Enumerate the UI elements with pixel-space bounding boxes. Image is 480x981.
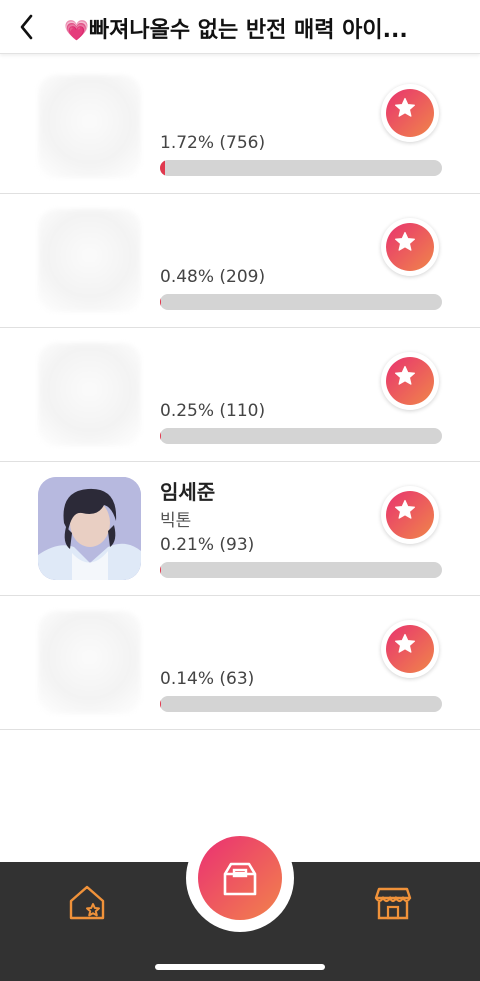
back-button[interactable] bbox=[12, 10, 42, 44]
home-indicator bbox=[155, 964, 325, 970]
vote-progress-fill bbox=[160, 428, 161, 444]
vote-progress-fill bbox=[160, 294, 162, 310]
vote-percent: 0.48% (209) bbox=[160, 267, 266, 287]
nav-store-button[interactable] bbox=[372, 882, 414, 924]
vote-progress-bar bbox=[160, 160, 442, 176]
vote-progress-fill bbox=[160, 562, 161, 578]
star-icon bbox=[395, 365, 415, 385]
page-title-text: 빠져나올수 없는 반전 매력 아이... bbox=[88, 18, 408, 43]
vote-progress-bar bbox=[160, 696, 442, 712]
vote-box-button[interactable] bbox=[198, 836, 282, 920]
list-item: 0.48% (209) bbox=[0, 194, 480, 328]
vote-progress-bar bbox=[160, 294, 442, 310]
vote-button[interactable] bbox=[381, 218, 439, 276]
vote-progress-bar bbox=[160, 428, 442, 444]
avatar bbox=[38, 209, 141, 312]
home-star-icon bbox=[69, 885, 105, 920]
star-icon bbox=[395, 231, 415, 251]
store-icon bbox=[374, 887, 412, 920]
idol-name: 임세준 bbox=[160, 480, 216, 504]
star-icon bbox=[395, 633, 415, 653]
avatar bbox=[38, 343, 141, 446]
ranking-list: 1.72% (756) 0.48% (209) 0.25% (110) 임세준 … bbox=[0, 60, 480, 730]
vote-percent: 0.25% (110) bbox=[160, 401, 266, 421]
vote-percent: 0.14% (63) bbox=[160, 669, 255, 689]
list-item: 1.72% (756) bbox=[0, 60, 480, 194]
portrait-photo bbox=[38, 477, 141, 580]
star-icon bbox=[395, 499, 415, 519]
avatar bbox=[38, 75, 141, 178]
vote-button[interactable] bbox=[381, 620, 439, 678]
top-bar: 💗빠져나올수 없는 반전 매력 아이... bbox=[0, 0, 480, 54]
vote-percent: 0.21% (93) bbox=[160, 535, 255, 555]
list-item: 임세준 빅톤 0.21% (93) bbox=[0, 462, 480, 596]
list-item: 0.14% (63) bbox=[0, 596, 480, 730]
avatar bbox=[38, 477, 141, 580]
ballot-box-icon bbox=[223, 862, 257, 896]
avatar bbox=[38, 611, 141, 714]
vote-percent: 1.72% (756) bbox=[160, 133, 266, 153]
list-item: 0.25% (110) bbox=[0, 328, 480, 462]
page-title: 💗빠져나올수 없는 반전 매력 아이... bbox=[64, 12, 408, 44]
vote-progress-fill bbox=[160, 160, 165, 176]
star-icon bbox=[395, 97, 415, 117]
group-name: 빅톤 bbox=[160, 511, 192, 531]
heart-emoji: 💗 bbox=[64, 18, 89, 42]
nav-home-button[interactable] bbox=[66, 882, 108, 924]
vote-progress-bar bbox=[160, 562, 442, 578]
vote-button[interactable] bbox=[381, 84, 439, 142]
chevron-left-icon bbox=[20, 14, 33, 40]
vote-button[interactable] bbox=[381, 486, 439, 544]
vote-button[interactable] bbox=[381, 352, 439, 410]
